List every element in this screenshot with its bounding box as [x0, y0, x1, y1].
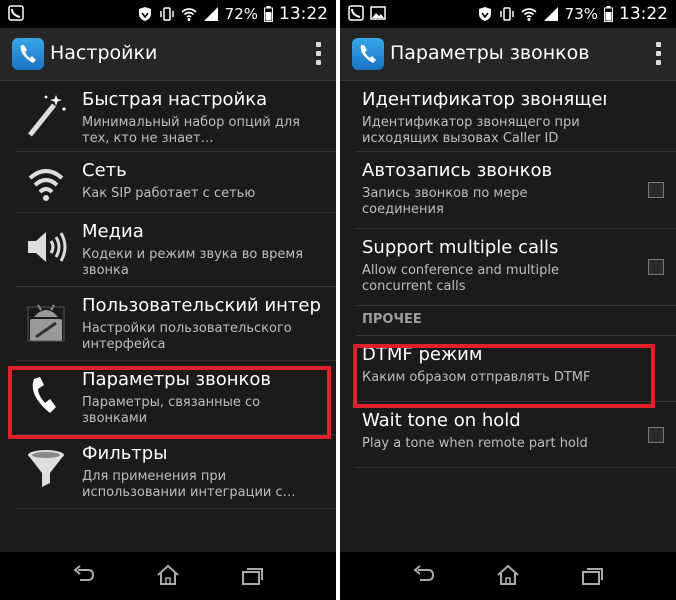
android-ui-icon — [27, 304, 65, 342]
item-summary: Allow conference and multiple concurrent… — [362, 263, 559, 294]
item-title: Пользовательский интер — [82, 295, 321, 316]
overflow-menu-icon[interactable] — [654, 42, 662, 66]
app-logo-icon[interactable] — [12, 38, 44, 70]
list-item-caller-id[interactable]: Идентификатор звонящего Идентификатор зв… — [356, 81, 676, 152]
list-item-multiple-calls[interactable]: Support multiple calls Allow conference … — [356, 229, 676, 306]
call-settings-list: Идентификатор звонящего Идентификатор зв… — [340, 81, 676, 468]
item-title: DTMF режим — [362, 344, 483, 365]
item-summary: Идентификатор звонящего при исходящих вы… — [362, 115, 580, 146]
shield-icon — [478, 7, 491, 21]
list-item-auto-record[interactable]: Автозапись звонков Запись звонков по мер… — [356, 152, 676, 229]
item-summary: Для применения при использовании интегра… — [82, 469, 296, 500]
status-bar: 73% 13:22 — [340, 0, 676, 28]
list-item-filters[interactable]: Фильтры Для применения при использовании… — [16, 435, 336, 509]
item-title: Медиа — [82, 221, 144, 242]
item-summary: Play a tone when remote part hold — [362, 436, 588, 451]
section-title: ПРОЧЕЕ — [362, 312, 422, 327]
item-title: Параметры звонков — [82, 369, 271, 390]
page-title: Параметры звонков — [390, 42, 590, 64]
home-icon[interactable] — [156, 564, 180, 586]
auto-record-checkbox[interactable] — [648, 182, 664, 198]
battery-percent: 72% — [224, 5, 258, 23]
battery-icon — [264, 6, 273, 22]
list-item-wait-tone[interactable]: Wait tone on hold Play a tone when remot… — [356, 402, 676, 468]
vibrate-icon — [499, 7, 514, 21]
item-title: Фильтры — [82, 443, 168, 464]
magic-wand-icon — [28, 95, 66, 137]
item-summary: Параметры, связанные со звонками — [82, 395, 261, 426]
item-summary: Как SIP работает с сетью — [82, 186, 256, 201]
wifi-status-icon — [181, 8, 197, 21]
section-header-other: ПРОЧЕЕ — [356, 306, 676, 336]
list-item-quick-setup[interactable]: Быстрая настройка Минимальный набор опци… — [16, 81, 336, 152]
multiple-calls-checkbox[interactable] — [648, 259, 664, 275]
image-notification-icon — [370, 6, 386, 20]
item-title: Wait tone on hold — [362, 410, 521, 431]
back-icon[interactable] — [412, 564, 436, 586]
settings-screen: 72% 13:22 Настройки Быстрая настройка Ми… — [0, 0, 336, 600]
action-bar: Настройки — [0, 28, 336, 81]
status-bar: 72% 13:22 — [0, 0, 336, 28]
vibrate-icon — [159, 7, 174, 21]
list-item-media[interactable]: Медиа Кодеки и режим звука во время звон… — [16, 213, 336, 287]
wait-tone-checkbox[interactable] — [648, 427, 664, 443]
app-notification-icon — [348, 5, 364, 21]
list-item-dtmf-mode[interactable]: DTMF режим Каким образом отправлять DTMF — [356, 336, 676, 402]
item-summary: Кодеки и режим звука во время звонка — [82, 247, 304, 278]
app-logo-icon[interactable] — [352, 38, 384, 70]
item-title: Автозапись звонков — [362, 160, 553, 181]
battery-percent: 73% — [564, 5, 598, 23]
speaker-icon — [28, 232, 67, 262]
call-settings-screen: 73% 13:22 Параметры звонков Идентификато… — [340, 0, 676, 600]
settings-list: Быстрая настройка Минимальный набор опци… — [0, 81, 336, 509]
back-icon[interactable] — [72, 564, 96, 586]
wifi-icon — [28, 169, 64, 201]
item-summary: Каким образом отправлять DTMF — [362, 370, 591, 385]
item-summary: Минимальный набор опций для тех, кто не … — [82, 115, 300, 146]
list-item-user-interface[interactable]: Пользовательский интер Настройки пользов… — [16, 287, 336, 361]
recent-apps-icon[interactable] — [240, 564, 264, 586]
action-bar: Параметры звонков — [340, 28, 676, 81]
navigation-bar — [340, 552, 676, 600]
signal-icon — [543, 7, 558, 21]
phone-icon — [32, 377, 56, 413]
list-item-call-settings[interactable]: Параметры звонков Параметры, связанные с… — [16, 361, 336, 435]
navigation-bar — [0, 552, 336, 600]
page-title: Настройки — [50, 42, 158, 64]
clock: 13:22 — [279, 4, 328, 24]
home-icon[interactable] — [496, 564, 520, 586]
item-title: Support multiple calls — [362, 237, 559, 258]
battery-icon — [604, 6, 613, 22]
item-title: Быстрая настройка — [82, 89, 268, 110]
app-notification-icon — [8, 5, 24, 21]
overflow-menu-icon[interactable] — [314, 42, 322, 66]
item-summary: Настройки пользовательского интерфейса — [82, 321, 292, 352]
filter-icon — [28, 450, 64, 487]
item-summary: Запись звонков по мере соединения — [362, 186, 528, 217]
wifi-status-icon — [521, 8, 537, 21]
shield-icon — [138, 7, 151, 21]
item-title: Идентификатор звонящего — [362, 89, 606, 110]
item-title: Сеть — [82, 160, 127, 181]
list-item-network[interactable]: Сеть Как SIP работает с сетью — [16, 152, 336, 213]
signal-icon — [203, 7, 218, 21]
clock: 13:22 — [619, 4, 668, 24]
recent-apps-icon[interactable] — [580, 564, 604, 586]
